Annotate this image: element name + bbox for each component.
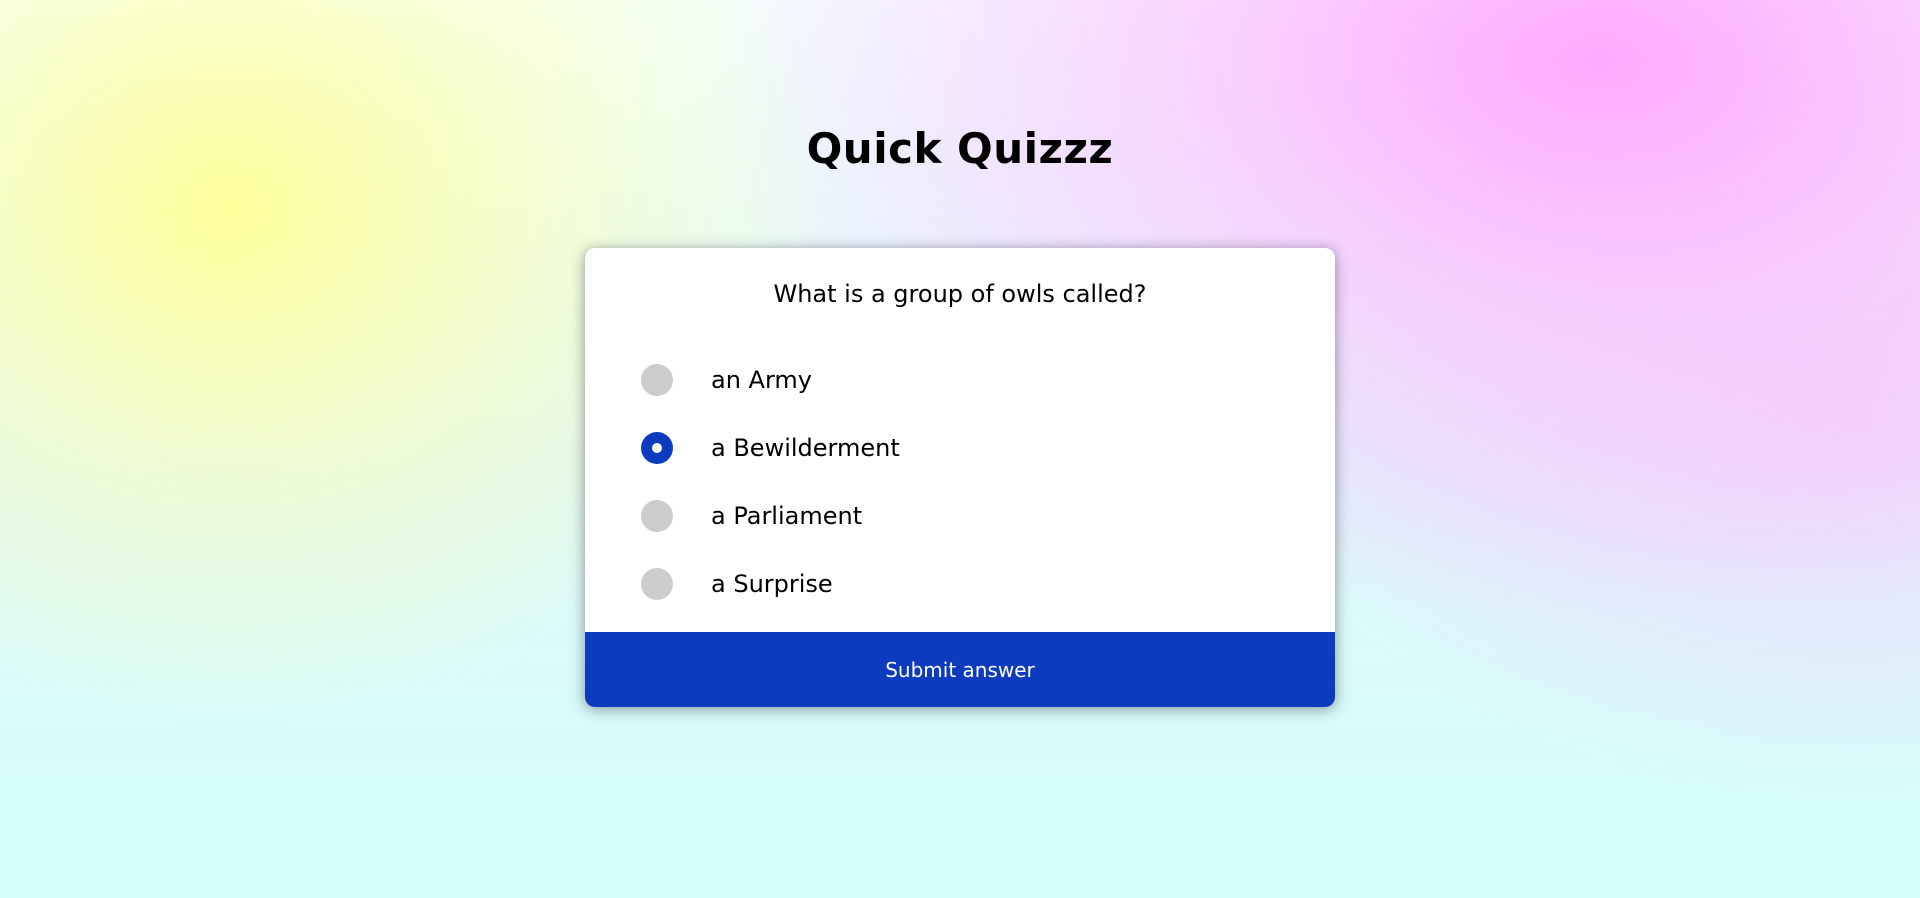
answer-option-label: a Parliament bbox=[711, 502, 863, 530]
page-title: Quick Quizzz bbox=[806, 124, 1114, 173]
radio-button-selected[interactable] bbox=[641, 432, 673, 464]
question-text: What is a group of owls called? bbox=[773, 280, 1147, 308]
quiz-card: What is a group of owls called? an Army … bbox=[585, 248, 1335, 707]
radio-button[interactable] bbox=[641, 364, 673, 396]
answer-option-army[interactable]: an Army bbox=[641, 346, 900, 414]
radio-button[interactable] bbox=[641, 500, 673, 532]
answer-option-parliament[interactable]: a Parliament bbox=[641, 482, 900, 550]
answer-option-bewilderment[interactable]: a Bewilderment bbox=[641, 414, 900, 482]
answer-option-label: a Bewilderment bbox=[711, 434, 900, 462]
answer-option-label: an Army bbox=[711, 366, 812, 394]
answer-option-label: a Surprise bbox=[711, 570, 833, 598]
radio-button[interactable] bbox=[641, 568, 673, 600]
answer-options: an Army a Bewilderment a Parliament a Su… bbox=[641, 346, 900, 618]
answer-option-surprise[interactable]: a Surprise bbox=[641, 550, 900, 618]
submit-answer-button[interactable]: Submit answer bbox=[585, 632, 1335, 707]
